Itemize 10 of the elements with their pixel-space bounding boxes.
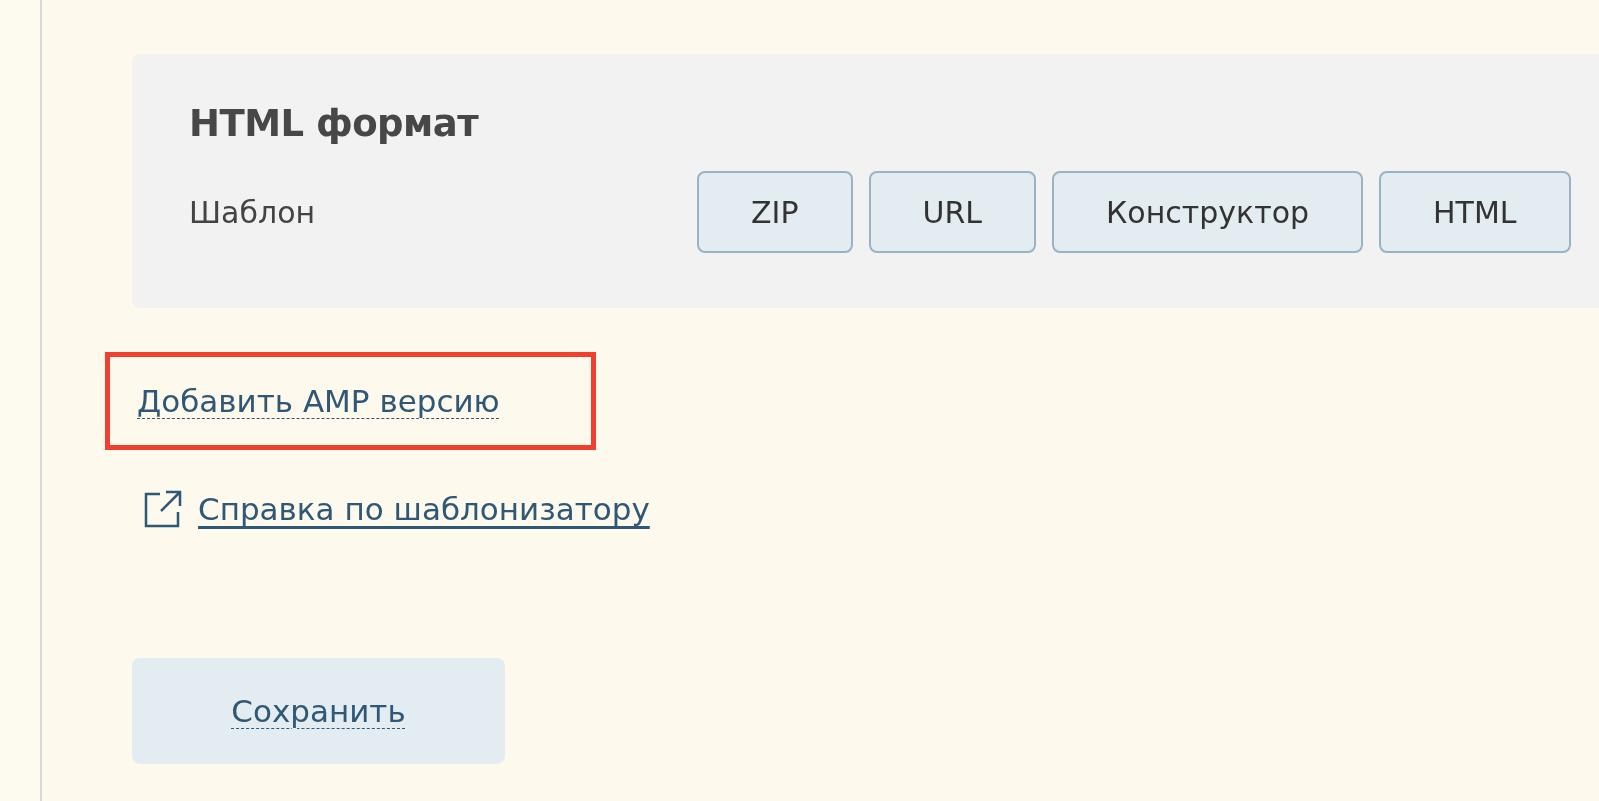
template-option-button[interactable]: Конструктор bbox=[1052, 171, 1364, 253]
add-amp-link[interactable]: Добавить AMP версию bbox=[137, 383, 500, 419]
template-option-button[interactable]: ZIP bbox=[697, 171, 853, 253]
template-label: Шаблон bbox=[189, 194, 317, 230]
save-button[interactable]: Сохранить bbox=[132, 658, 505, 764]
external-link-icon bbox=[142, 488, 184, 530]
help-link[interactable]: Справка по шаблонизатору bbox=[198, 491, 650, 527]
template-option-button[interactable]: URL bbox=[868, 171, 1037, 253]
card-title: HTML формат bbox=[189, 102, 480, 145]
template-option-button[interactable]: HTML bbox=[1379, 171, 1571, 253]
